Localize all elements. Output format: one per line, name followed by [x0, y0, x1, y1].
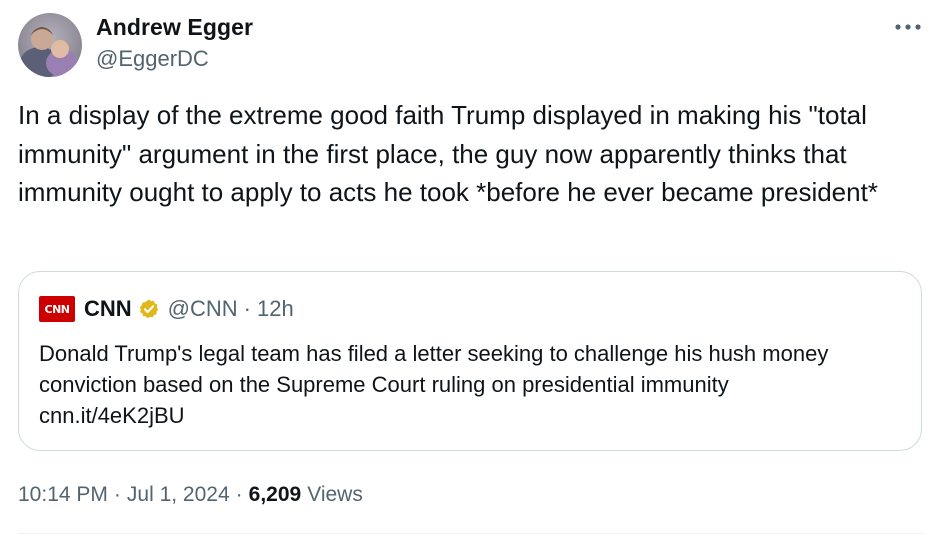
cnn-logo-icon: CNN: [39, 296, 75, 322]
author-name[interactable]: Andrew Egger: [96, 14, 253, 41]
quoted-tweet-text: Donald Trump's legal team has filed a le…: [39, 338, 909, 431]
avatar[interactable]: [18, 13, 82, 77]
quoted-author-name[interactable]: CNN: [84, 296, 132, 322]
quoted-tweet-link[interactable]: cnn.it/4eK2jBU: [39, 403, 185, 428]
quoted-tweet-header: CNN CNN @CNN · 12h: [39, 294, 294, 324]
views-label: Views: [307, 483, 363, 506]
separator-dot: ·: [235, 483, 243, 506]
tweet-timestamp[interactable]: 10:14 PM: [18, 483, 108, 507]
quoted-tweet[interactable]: CNN CNN @CNN · 12h Donald Trump's legal …: [18, 271, 922, 451]
gold-verified-badge-icon: [138, 298, 160, 320]
tweet: Andrew Egger @EggerDC In a display of th…: [0, 0, 944, 536]
tweet-date[interactable]: Jul 1, 2024: [127, 483, 230, 507]
separator-dot: ·: [243, 296, 251, 321]
more-options-button[interactable]: [888, 12, 928, 42]
more-horizontal-icon: [895, 24, 921, 30]
divider: [18, 533, 924, 534]
quoted-author-handle[interactable]: @CNN: [168, 296, 238, 322]
views-count[interactable]: 6,209: [249, 483, 302, 507]
tweet-meta: 10:14 PM · Jul 1, 2024 · 6,209 Views: [18, 480, 363, 510]
separator-dot: ·: [113, 483, 121, 506]
quoted-tweet-body: Donald Trump's legal team has filed a le…: [39, 341, 829, 397]
quoted-tweet-time[interactable]: 12h: [257, 296, 294, 322]
author-handle[interactable]: @EggerDC: [96, 46, 209, 72]
tweet-text: In a display of the extreme good faith T…: [18, 100, 878, 207]
